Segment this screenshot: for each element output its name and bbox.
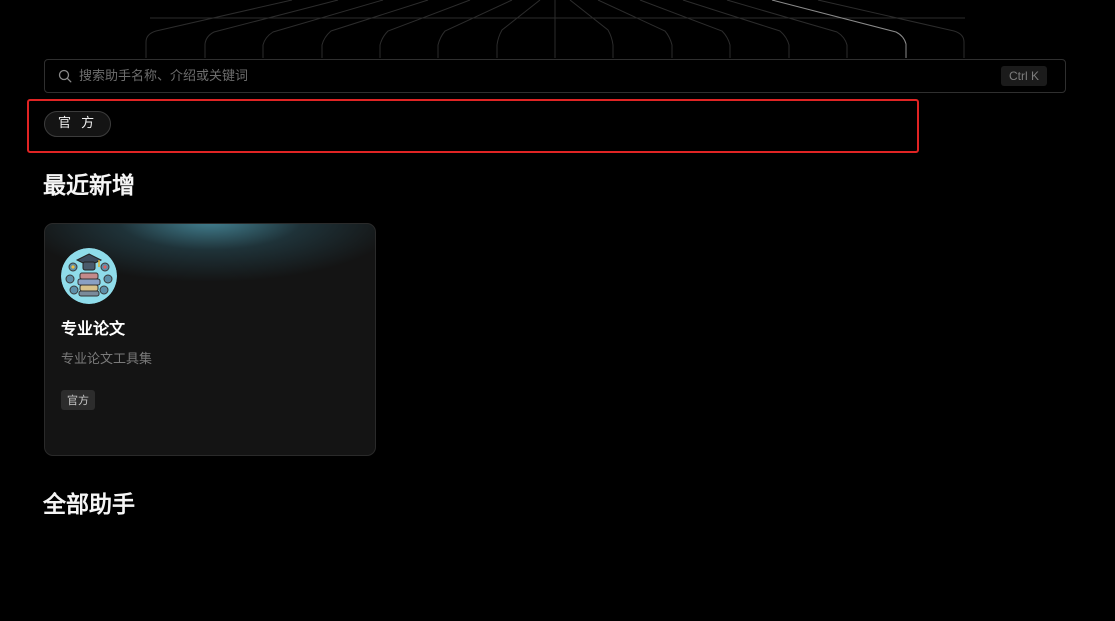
section-title-all: 全部助手 bbox=[43, 492, 135, 518]
search-icon bbox=[58, 69, 72, 83]
card-title: 专业论文 bbox=[61, 319, 126, 338]
search-bar[interactable]: Ctrl K bbox=[44, 59, 1066, 93]
search-input[interactable] bbox=[79, 61, 1001, 91]
card-tag-official: 官方 bbox=[61, 390, 95, 410]
assistant-library-page: Ctrl K 官 方 最近新增 bbox=[0, 0, 1115, 621]
section-title-recent: 最近新增 bbox=[43, 173, 135, 199]
shortcut-hint: Ctrl K bbox=[1001, 66, 1047, 86]
assistant-card[interactable]: 专业论文 专业论文工具集 官方 bbox=[44, 223, 376, 456]
graduation-books-icon bbox=[61, 248, 117, 304]
filter-chip-official[interactable]: 官 方 bbox=[44, 111, 112, 137]
filter-highlight-box bbox=[27, 99, 919, 153]
background-grid-decoration bbox=[145, 0, 965, 58]
card-description: 专业论文工具集 bbox=[61, 352, 153, 367]
